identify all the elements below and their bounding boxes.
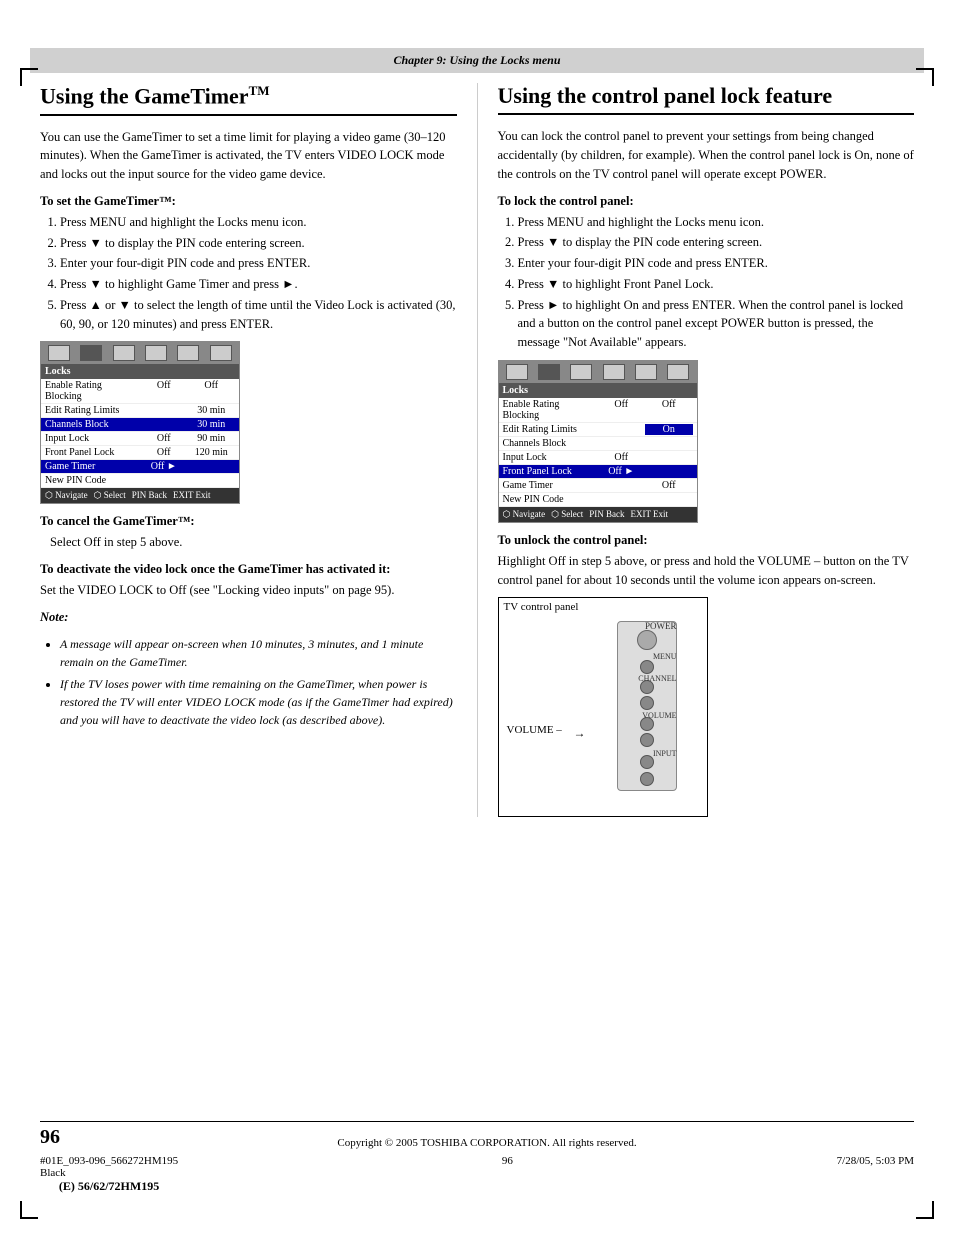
input-label: INPUT: [653, 749, 677, 758]
note-bullet-2: If the TV loses power with time remainin…: [60, 675, 457, 729]
right-menu-row-3: Channels Block: [499, 437, 697, 451]
footer-code: #01E_093-096_566272HM195 Black (E) 56/62…: [40, 1155, 178, 1194]
left-menu-screenshot: Locks Enable Rating Blocking Off Off Edi…: [40, 341, 240, 504]
right-menu-title: Locks: [499, 383, 697, 398]
right-menu-row-4: Input Lock Off: [499, 451, 697, 465]
unlock-heading: To unlock the control panel:: [498, 533, 915, 548]
menu-icon-6: [210, 345, 232, 361]
corner-mark-tl: [20, 68, 38, 86]
menu-icon-r3: [570, 364, 592, 380]
right-menu-footer: ⬡ Navigate ⬡ Select PIN Back EXIT Exit: [499, 507, 697, 522]
right-menu-row-5-highlighted: Front Panel Lock Off ►: [499, 465, 697, 479]
power-label: POWER: [645, 621, 677, 631]
footer-line: 96 Copyright © 2005 TOSHIBA CORPORATION.…: [40, 1121, 914, 1149]
menu-row-3-highlighted: Channels Block 30 min: [41, 418, 239, 432]
set-gametimer-heading: To set the GameTimer™:: [40, 194, 457, 209]
footer-page-num: 96: [502, 1155, 513, 1194]
left-menu-footer: ⬡ Navigate ⬡ Select PIN Back EXIT Exit: [41, 488, 239, 503]
power-button-icon: [637, 630, 657, 650]
tv-panel-body: POWER MENU CHANNEL VOLUME INPUT VOLUME –…: [499, 616, 707, 801]
tv-panel-diagram: TV control panel POWER MENU: [498, 597, 708, 817]
cancel-gametimer-heading: To cancel the GameTimer™:: [40, 514, 457, 529]
menu-icon-5: [177, 345, 199, 361]
menu-button-icon: [640, 660, 654, 674]
page-footer: 96 Copyright © 2005 TOSHIBA CORPORATION.…: [40, 1121, 914, 1194]
page-number: 96: [40, 1126, 60, 1149]
set-gametimer-steps: Press MENU and highlight the Locks menu …: [60, 213, 457, 334]
menu-row-1: Enable Rating Blocking Off Off: [41, 379, 239, 404]
lock-step-5: Press ► to highlight On and press ENTER.…: [518, 296, 915, 352]
right-menu-row-2: Edit Rating Limits On: [499, 423, 697, 437]
menu-row-7: New PIN Code: [41, 474, 239, 488]
menu-icon-1: [48, 345, 70, 361]
menu-row-4: Input Lock Off 90 min: [41, 432, 239, 446]
volume-arrow-icon: →: [574, 726, 586, 741]
deactivate-heading: To deactivate the video lock once the Ga…: [40, 562, 457, 577]
lock-panel-steps: Press MENU and highlight the Locks menu …: [518, 213, 915, 352]
note-bullets: A message will appear on-screen when 10 …: [60, 635, 457, 729]
channel-label: CHANNEL: [638, 674, 676, 683]
menu-icon-r4: [603, 364, 625, 380]
note-bullet-1: A message will appear on-screen when 10 …: [60, 635, 457, 671]
volume-label-panel: VOLUME: [642, 711, 676, 720]
right-column: Using the control panel lock feature You…: [478, 83, 915, 817]
footer-left: 96: [40, 1126, 60, 1149]
right-menu-header-icons: [499, 361, 697, 383]
step-item: Press ▼ to highlight Game Timer and pres…: [60, 275, 457, 294]
corner-mark-br: [916, 1201, 934, 1219]
panel-shape: [617, 621, 677, 791]
left-menu-title: Locks: [41, 364, 239, 379]
footer-date: 7/28/05, 5:03 PM: [837, 1155, 914, 1194]
menu-header-icons: [41, 342, 239, 364]
unlock-text: Highlight Off in step 5 above, or press …: [498, 552, 915, 590]
menu-row-6-highlighted: Game Timer Off ►: [41, 460, 239, 474]
left-column: Using the GameTimerTM You can use the Ga…: [40, 83, 478, 817]
tv-panel-label: TV control panel: [499, 598, 707, 616]
step-item: Enter your four-digit PIN code and press…: [60, 254, 457, 273]
step-item: Press ▼ to display the PIN code entering…: [60, 234, 457, 253]
right-menu-screenshot: Locks Enable Rating Blocking Off Off Edi…: [498, 360, 698, 523]
volume-minus-label: VOLUME –: [507, 724, 562, 736]
corner-mark-tr: [916, 68, 934, 86]
menu-icon-2: [80, 345, 102, 361]
note-label: Note:: [40, 608, 457, 627]
right-intro: You can lock the control panel to preven…: [498, 127, 915, 183]
menu-row-5: Front Panel Lock Off 120 min: [41, 446, 239, 460]
channel-down-icon: [640, 696, 654, 710]
right-menu-row-6: Game Timer Off: [499, 479, 697, 493]
footer-bottom: #01E_093-096_566272HM195 Black (E) 56/62…: [40, 1155, 914, 1194]
extra-button-icon: [640, 772, 654, 786]
volume-down-icon: [640, 733, 654, 747]
menu-icon-4: [145, 345, 167, 361]
lock-step-2: Press ▼ to display the PIN code entering…: [518, 233, 915, 252]
lock-step-4: Press ▼ to highlight Front Panel Lock.: [518, 275, 915, 294]
corner-mark-bl: [20, 1201, 38, 1219]
menu-icon-r5: [635, 364, 657, 380]
menu-icon-r1: [506, 364, 528, 380]
content-area: Using the GameTimerTM You can use the Ga…: [40, 83, 914, 817]
lock-panel-heading: To lock the control panel:: [498, 194, 915, 209]
menu-label: MENU: [653, 652, 677, 661]
deactivate-text: Set the VIDEO LOCK to Off (see "Locking …: [40, 581, 457, 600]
lock-step-3: Enter your four-digit PIN code and press…: [518, 254, 915, 273]
menu-row-2: Edit Rating Limits 30 min: [41, 404, 239, 418]
right-section-title: Using the control panel lock feature: [498, 83, 915, 115]
footer-center: Copyright © 2005 TOSHIBA CORPORATION. Al…: [337, 1137, 636, 1149]
menu-icon-r2: [538, 364, 560, 380]
cancel-gametimer-text: Select Off in step 5 above.: [50, 533, 457, 552]
chapter-header: Chapter 9: Using the Locks menu: [30, 48, 924, 73]
step-item: Press MENU and highlight the Locks menu …: [60, 213, 457, 232]
menu-icon-3: [113, 345, 135, 361]
left-intro: You can use the GameTimer to set a time …: [40, 128, 457, 184]
right-menu-row-1: Enable Rating Blocking Off Off: [499, 398, 697, 423]
menu-icon-r6: [667, 364, 689, 380]
input-button-icon: [640, 755, 654, 769]
left-section-title: Using the GameTimerTM: [40, 83, 457, 116]
right-menu-row-7: New PIN Code: [499, 493, 697, 507]
step-item: Press ▲ or ▼ to select the length of tim…: [60, 296, 457, 334]
lock-step-1: Press MENU and highlight the Locks menu …: [518, 213, 915, 232]
